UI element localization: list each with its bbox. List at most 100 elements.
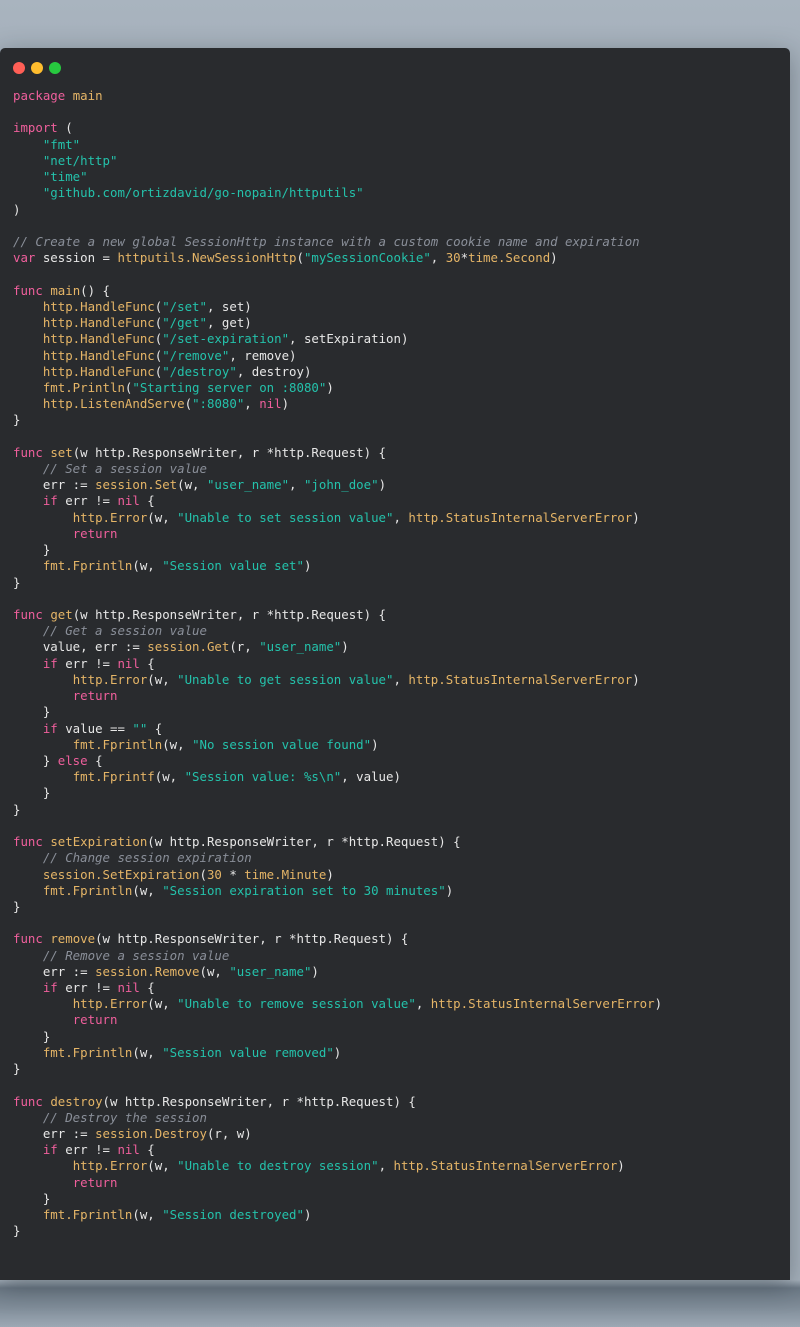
code-line: } else { xyxy=(13,753,790,769)
code-line: "net/http" xyxy=(13,153,790,169)
code-token: (w http.ResponseWriter, r *http.Request)… xyxy=(72,607,387,622)
code-token: (w http.ResponseWriter, r *http.Request)… xyxy=(72,444,387,460)
code-token: , destroy) xyxy=(236,363,312,379)
code-line: if err != nil { xyxy=(13,656,790,672)
code-token: "github.com/ortizdavid/go-nopain/httputi… xyxy=(42,185,364,201)
code-token: ( xyxy=(57,120,73,136)
code-token: http.HandleFunc xyxy=(42,331,155,347)
code-line: } xyxy=(13,1223,790,1239)
code-token: } xyxy=(13,752,58,768)
code-line: http.Error(w, "Unable to get session val… xyxy=(13,672,790,688)
code-token: return xyxy=(72,1012,118,1028)
code-token: ) xyxy=(326,379,334,395)
code-token: ) xyxy=(378,477,387,493)
code-token: (w, xyxy=(132,1044,163,1060)
code-token: value, err := xyxy=(13,639,148,655)
code-line: http.Error(w, "Unable to remove session … xyxy=(13,996,790,1012)
code-token: "user_name" xyxy=(229,963,312,979)
code-token: , xyxy=(244,396,260,412)
code-token: ) xyxy=(311,963,319,979)
code-token: { xyxy=(139,980,155,996)
code-token: , value) xyxy=(341,769,401,785)
code-line: return xyxy=(13,1175,790,1191)
zoom-button[interactable] xyxy=(49,62,61,74)
code-token: "time" xyxy=(42,169,88,185)
code-token: ) xyxy=(303,558,312,574)
minimize-button[interactable] xyxy=(31,62,43,74)
code-token: session.Set xyxy=(95,477,178,493)
code-content[interactable]: package main import ( "fmt" "net/http" "… xyxy=(0,88,790,1240)
code-token: (w, xyxy=(132,1207,163,1223)
code-line: // Remove a session value xyxy=(13,948,790,964)
code-token: ) xyxy=(341,639,349,655)
code-line: fmt.Fprintln(w, "Session destroyed") xyxy=(13,1207,790,1223)
code-line: fmt.Fprintln(w, "Session value set") xyxy=(13,558,790,574)
code-token: import xyxy=(13,120,58,136)
code-line: err := session.Remove(w, "user_name") xyxy=(13,964,790,980)
code-line: func get(w http.ResponseWriter, r *http.… xyxy=(13,607,790,623)
code-line: session.SetExpiration(30 * time.Minute) xyxy=(13,867,790,883)
code-token: func xyxy=(13,834,43,850)
code-token: 30 xyxy=(445,250,461,266)
code-line: err := session.Set(w, "user_name", "john… xyxy=(13,477,790,493)
close-button[interactable] xyxy=(13,62,25,74)
code-token: ( xyxy=(199,866,207,882)
code-token: http.StatusInternalServerError xyxy=(430,996,655,1012)
code-token: return xyxy=(72,688,118,704)
code-token: 30 xyxy=(206,866,222,882)
code-token: "user_name" xyxy=(206,477,290,493)
code-token: "mySessionCookie" xyxy=(303,250,431,266)
code-token: ) xyxy=(445,882,454,898)
code-token: func xyxy=(13,607,43,622)
code-token: // Destroy the session xyxy=(42,1109,207,1125)
code-line: return xyxy=(13,1012,790,1028)
code-line: fmt.Fprintf(w, "Session value: %s\n", va… xyxy=(13,769,790,785)
code-line: var session = httputils.NewSessionHttp("… xyxy=(13,250,790,266)
code-line: } xyxy=(13,1029,790,1045)
code-token: get xyxy=(50,607,73,622)
code-token: (w, xyxy=(132,558,163,574)
code-token: (w, xyxy=(177,477,207,493)
code-token: } xyxy=(13,574,21,590)
code-token: http.Error xyxy=(72,509,148,525)
code-token: // Change session expiration xyxy=(42,850,252,866)
code-token: "/set" xyxy=(162,298,207,314)
code-line: http.HandleFunc("/destroy", destroy) xyxy=(13,364,790,380)
code-line: } xyxy=(13,785,790,801)
code-token: ) xyxy=(654,996,663,1012)
code-token: (r, w) xyxy=(206,1126,252,1141)
code-line: http.Error(w, "Unable to set session val… xyxy=(13,510,790,526)
window-title-bar[interactable] xyxy=(0,48,790,88)
code-line: http.ListenAndServe(":8080", nil) xyxy=(13,396,790,412)
code-line: } xyxy=(13,704,790,720)
code-token: ) xyxy=(281,396,290,412)
code-token: http.Error xyxy=(72,671,148,687)
code-token: http.HandleFunc xyxy=(42,315,155,331)
code-token: ( xyxy=(296,250,304,266)
code-token: } xyxy=(13,1028,51,1044)
code-line: fmt.Println("Starting server on :8080") xyxy=(13,380,790,396)
code-token: var xyxy=(13,250,36,266)
code-token: ) xyxy=(13,201,21,217)
code-line: // Change session expiration xyxy=(13,850,790,866)
code-token: ) xyxy=(326,866,334,882)
code-token: , xyxy=(289,477,304,493)
code-token: // Create a new global SessionHttp insta… xyxy=(13,233,640,249)
code-line: if err != nil { xyxy=(13,980,790,996)
